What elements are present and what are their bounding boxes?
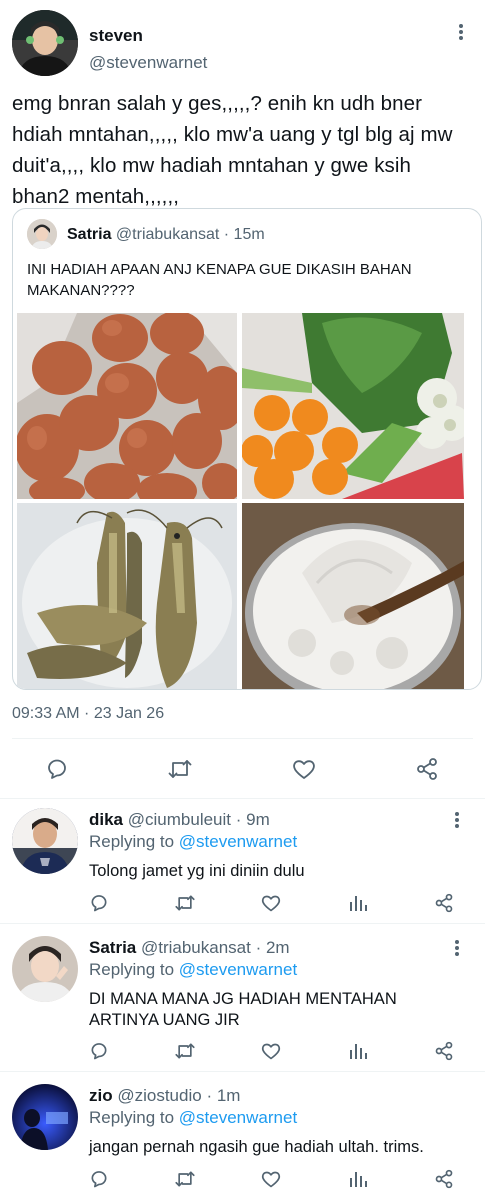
tweet-actions	[0, 748, 485, 788]
heart-icon[interactable]	[260, 892, 282, 914]
reply-icon[interactable]	[44, 756, 70, 782]
bar-chart-icon[interactable]	[347, 1040, 369, 1062]
divider	[0, 923, 485, 924]
vertical-dots-icon[interactable]	[447, 938, 467, 958]
vertical-dots-icon[interactable]	[447, 810, 467, 830]
reply-avatar[interactable]	[12, 936, 78, 1002]
reply-time: · 2m	[255, 938, 290, 957]
tweet-timestamp[interactable]: 09:33 AM · 23 Jan 26	[12, 705, 164, 723]
reply-header: zio @ziostudio · 1m	[89, 1086, 240, 1106]
retweet-icon[interactable]	[174, 1040, 196, 1062]
reply-time: · 1m	[206, 1086, 241, 1105]
replying-to-handle[interactable]: @stevenwarnet	[179, 960, 297, 979]
reply-icon[interactable]	[88, 1040, 110, 1062]
media-grid	[17, 313, 464, 689]
reply-tweet[interactable]: zio @ziostudio · 1m Replying to @stevenw…	[0, 1076, 485, 1200]
reply-time: · 9m	[235, 810, 270, 829]
replying-to: Replying to @stevenwarnet	[89, 832, 297, 852]
reply-author-handle[interactable]: @ziostudio	[117, 1086, 201, 1105]
reply-author-name[interactable]: Satria	[89, 938, 136, 957]
replying-to: Replying to @stevenwarnet	[89, 960, 297, 980]
quoted-tweet-text: INI HADIAH APAAN ANJ KENAPA GUE DIKASIH …	[27, 261, 412, 299]
tweet-text: emg bnran salah y ges,,,,,? enih kn udh …	[12, 92, 453, 208]
reply-icon[interactable]	[88, 1168, 110, 1190]
replying-to: Replying to @stevenwarnet	[89, 1108, 297, 1128]
media-image-vegetables[interactable]	[242, 313, 464, 499]
share-icon[interactable]	[414, 756, 440, 782]
heart-icon[interactable]	[291, 756, 317, 782]
reply-text: Tolong jamet yg ini diniin dulu	[89, 862, 305, 880]
quoted-tweet-header: Satria @triabukansat · 15m	[67, 226, 265, 244]
heart-icon[interactable]	[260, 1040, 282, 1062]
quoted-author-handle: @triabukansat	[115, 226, 220, 243]
quoted-author-avatar	[27, 219, 57, 249]
bar-chart-icon[interactable]	[347, 1168, 369, 1190]
reply-icon[interactable]	[88, 892, 110, 914]
reply-header: Satria @triabukansat · 2m	[89, 938, 290, 958]
divider	[12, 738, 473, 739]
replying-to-label: Replying to	[89, 832, 175, 851]
author-handle[interactable]: @stevenwarnet	[89, 53, 207, 73]
retweet-icon[interactable]	[174, 1168, 196, 1190]
media-image-eggs[interactable]	[17, 313, 237, 499]
author-name[interactable]: steven	[89, 26, 143, 46]
quoted-time: · 15m	[223, 226, 265, 243]
replying-to-label: Replying to	[89, 960, 175, 979]
quoted-author-name: Satria	[67, 226, 112, 243]
reply-avatar[interactable]	[12, 1084, 78, 1150]
divider	[0, 1071, 485, 1072]
media-image-flour[interactable]	[242, 503, 464, 689]
reply-author-handle[interactable]: @ciumbuleuit	[128, 810, 231, 829]
author-avatar[interactable]	[12, 10, 78, 76]
reply-author-handle[interactable]: @triabukansat	[141, 938, 251, 957]
share-icon[interactable]	[433, 1168, 455, 1190]
reply-avatar[interactable]	[12, 808, 78, 874]
tweet-header: steven @stevenwarnet	[12, 10, 473, 76]
heart-icon[interactable]	[260, 1168, 282, 1190]
share-icon[interactable]	[433, 892, 455, 914]
quoted-tweet[interactable]: Satria @triabukansat · 15m INI HADIAH AP…	[12, 208, 482, 690]
replying-to-handle[interactable]: @stevenwarnet	[179, 1108, 297, 1127]
media-image-catfish[interactable]	[17, 503, 237, 689]
reply-author-name[interactable]: dika	[89, 810, 123, 829]
reply-author-name[interactable]: zio	[89, 1086, 113, 1105]
reply-tweet[interactable]: Satria @triabukansat · 2m Replying to @s…	[0, 928, 485, 1070]
reply-tweet[interactable]: dika @ciumbuleuit · 9m Replying to @stev…	[0, 800, 485, 921]
divider	[0, 798, 485, 799]
bar-chart-icon[interactable]	[347, 892, 369, 914]
reply-header: dika @ciumbuleuit · 9m	[89, 810, 270, 830]
replying-to-handle[interactable]: @stevenwarnet	[179, 832, 297, 851]
vertical-dots-icon[interactable]	[451, 22, 471, 42]
share-icon[interactable]	[433, 1040, 455, 1062]
reply-text: jangan pernah ngasih gue hadiah ultah. t…	[89, 1138, 424, 1156]
replying-to-label: Replying to	[89, 1108, 175, 1127]
retweet-icon[interactable]	[174, 892, 196, 914]
retweet-icon[interactable]	[167, 756, 193, 782]
reply-text: DI MANA MANA JG HADIAH MENTAHAN ARTINYA …	[89, 990, 397, 1029]
